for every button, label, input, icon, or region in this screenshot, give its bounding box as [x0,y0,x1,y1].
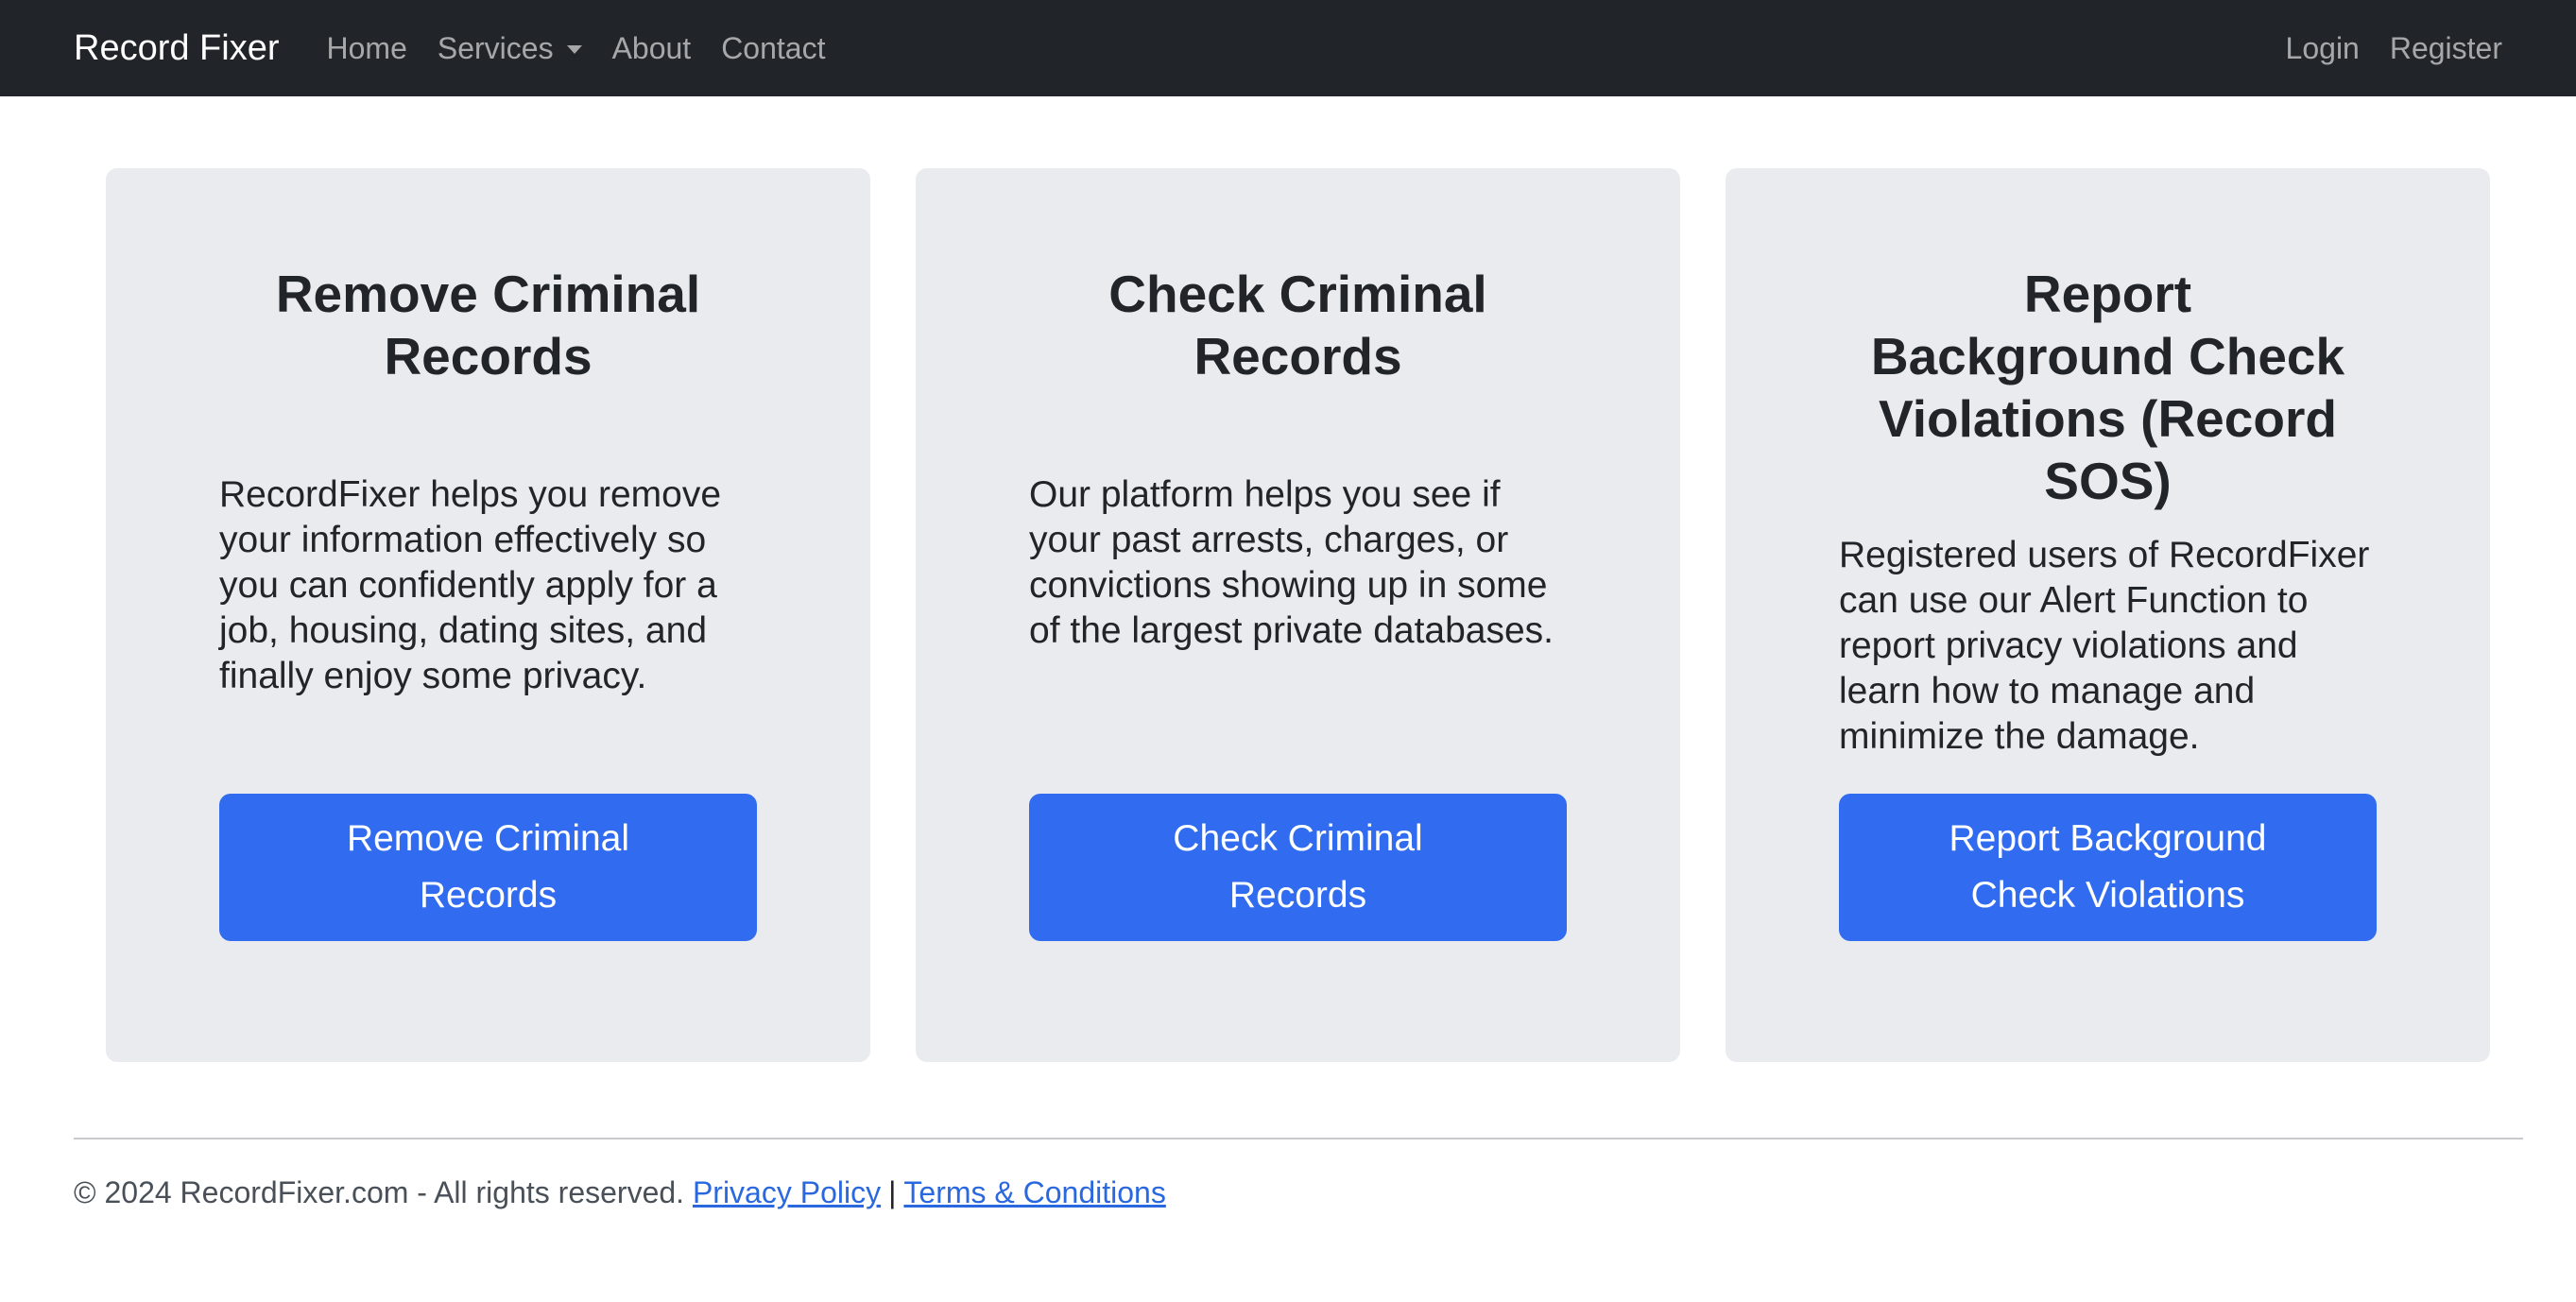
privacy-policy-link[interactable]: Privacy Policy [693,1175,881,1209]
nav-link-register[interactable]: Register [2360,31,2502,66]
top-navbar: Record Fixer Home Services About Contact… [0,0,2576,96]
card-description: Our platform helps you see if your past … [1029,474,1554,651]
nav-dropdown-services-label: Services [437,30,554,65]
card-title: Remove Criminal Records [275,265,701,385]
service-card-report: Report Background Check Violations (Reco… [1726,168,2490,1062]
nav-link-about[interactable]: About [597,31,707,66]
service-card-check: Check Criminal Records Our platform help… [916,168,1680,1062]
nav-links: Home Services About Contact [327,31,841,66]
card-description: RecordFixer helps you remove your inform… [219,474,722,696]
service-card-remove: Remove Criminal Records RecordFixer help… [106,168,870,1062]
brand-logo-link[interactable]: Record Fixer [74,28,280,69]
footer-separator: | [888,1175,897,1209]
service-cards: Remove Criminal Records RecordFixer help… [106,168,2491,1062]
nav-link-home[interactable]: Home [327,31,422,66]
card-title: Report Background Check Violations (Reco… [1870,265,2345,510]
remove-criminal-records-button[interactable]: Remove Criminal Records [219,794,757,941]
card-title: Check Criminal Records [1108,265,1487,385]
report-background-check-violations-button[interactable]: Report Background Check Violations [1839,794,2377,941]
nav-dropdown-services[interactable]: Services [422,31,597,66]
nav-link-login[interactable]: Login [2256,31,2360,66]
footer-divider [74,1138,2523,1139]
page-footer: © 2024 RecordFixer.com - All rights rese… [74,1175,1166,1210]
nav-auth-links: Login Register [2256,31,2502,66]
chevron-down-icon [566,44,582,54]
nav-link-contact[interactable]: Contact [706,31,840,66]
card-description: Registered users of RecordFixer can use … [1839,535,2370,757]
terms-conditions-link[interactable]: Terms & Conditions [903,1175,1165,1209]
copyright-text: © 2024 RecordFixer.com - All rights rese… [74,1175,685,1209]
check-criminal-records-button[interactable]: Check Criminal Records [1029,794,1567,941]
